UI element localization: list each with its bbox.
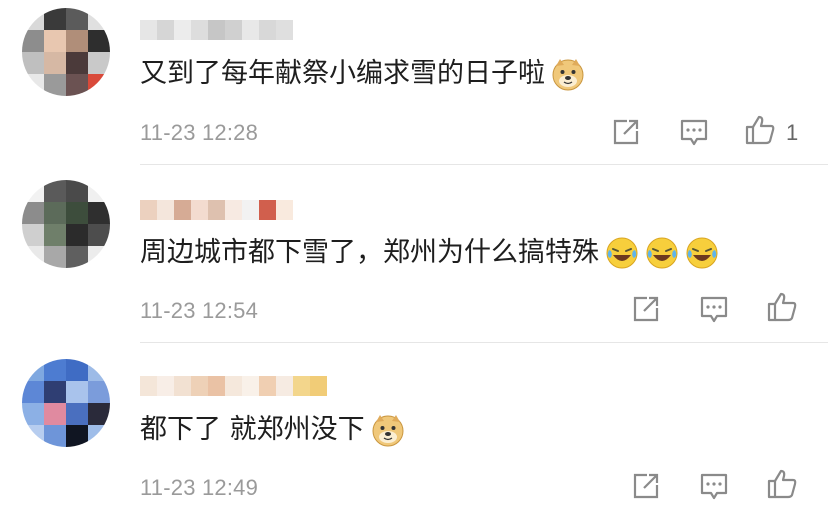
- doge-emoji-icon: [552, 59, 584, 91]
- thumbs-up-icon[interactable]: [744, 114, 776, 146]
- comment-timestamp: 11-23 12:28: [140, 120, 259, 145]
- username-blurred[interactable]: [140, 376, 327, 398]
- share-icon[interactable]: [630, 293, 662, 325]
- comment-timestamp: 11-23 12:49: [140, 475, 259, 500]
- comment-text-content: 又到了每年献祭小编求雪的日子啦: [140, 58, 545, 89]
- comment-text: 周边城市都下雪了，郑州为什么搞特殊: [140, 235, 719, 271]
- username-blurred[interactable]: [140, 20, 293, 42]
- comment-text: 又到了每年献祭小编求雪的日子啦: [140, 56, 585, 92]
- laugh-cry-emoji-icon: [646, 237, 678, 269]
- comment-item: 周边城市都下雪了，郑州为什么搞特殊 11-23 12:54: [0, 165, 828, 343]
- comment-text-content: 都下了 就郑州没下: [140, 414, 365, 445]
- comment-item: 都下了 就郑州没下 11-23 12:49: [0, 343, 828, 513]
- avatar[interactable]: [22, 8, 110, 96]
- laugh-cry-emoji-icon: [686, 237, 718, 269]
- share-icon[interactable]: [610, 116, 642, 148]
- comment-icon[interactable]: [678, 116, 710, 148]
- comment-icon[interactable]: [698, 293, 730, 325]
- thumbs-up-icon[interactable]: [766, 291, 798, 323]
- comment-timestamp: 11-23 12:54: [140, 298, 259, 323]
- like-count: 1: [786, 120, 799, 145]
- laugh-cry-emoji-icon: [606, 237, 638, 269]
- share-icon[interactable]: [630, 470, 662, 502]
- avatar[interactable]: [22, 180, 110, 268]
- comment-item: 又到了每年献祭小编求雪的日子啦 11-23 12:28 1: [0, 0, 828, 165]
- thumbs-up-icon[interactable]: [766, 468, 798, 500]
- comment-text-content: 周边城市都下雪了，郑州为什么搞特殊: [140, 237, 599, 268]
- comment-icon[interactable]: [698, 470, 730, 502]
- avatar[interactable]: [22, 359, 110, 447]
- comment-text: 都下了 就郑州没下: [140, 412, 405, 448]
- username-blurred[interactable]: [140, 200, 293, 222]
- doge-emoji-icon: [372, 415, 404, 447]
